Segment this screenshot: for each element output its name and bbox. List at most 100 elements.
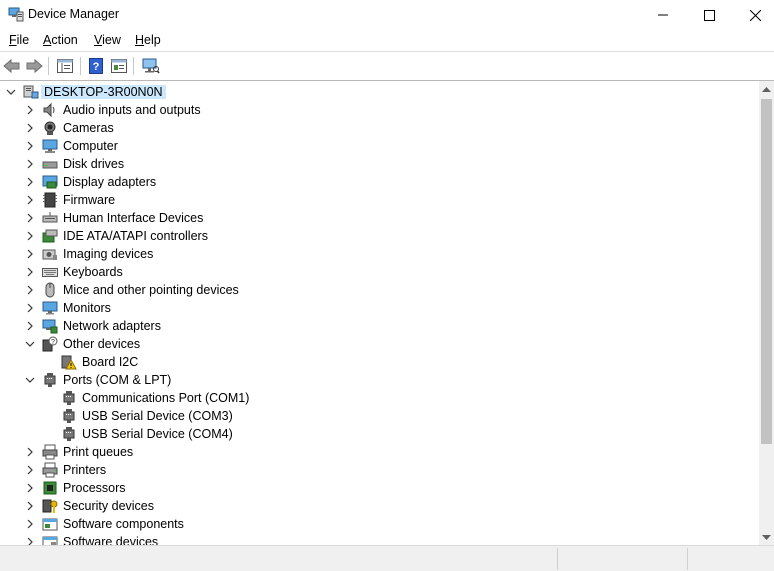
- scroll-up-arrow-icon: [762, 86, 771, 92]
- tree-category-item[interactable]: IDE ATA/ATAPI controllers: [0, 227, 760, 245]
- tree-item-label: Human Interface Devices: [63, 211, 204, 225]
- properties-button[interactable]: [109, 56, 129, 76]
- chevron-right-icon[interactable]: [24, 266, 36, 278]
- chevron-right-icon[interactable]: [24, 518, 36, 530]
- forward-button[interactable]: [24, 56, 44, 76]
- scroll-down-button[interactable]: [759, 530, 774, 545]
- tree-item-label: Imaging devices: [63, 247, 154, 261]
- tree-root-label: DESKTOP-3R00N0N: [41, 85, 166, 99]
- maximize-button[interactable]: [686, 0, 732, 30]
- status-bar: [0, 545, 774, 571]
- tree-category-item[interactable]: Monitors: [0, 299, 760, 317]
- tree-child-item[interactable]: Communications Port (COM1): [0, 389, 760, 407]
- tree-category-item[interactable]: Security devices: [0, 497, 760, 515]
- tree-category-item[interactable]: Software components: [0, 515, 760, 533]
- chevron-right-icon[interactable]: [24, 176, 36, 188]
- show-hide-console-tree-button[interactable]: [55, 56, 75, 76]
- tree-category-item[interactable]: Print queues: [0, 443, 760, 461]
- menu-help[interactable]: Help: [135, 33, 161, 47]
- tree-item-label: Board I2C: [82, 355, 139, 369]
- processor-icon: [43, 481, 57, 495]
- title-bar: Device Manager: [0, 0, 774, 30]
- disk-drive-icon: [42, 161, 58, 169]
- tree-category-item[interactable]: Disk drives: [0, 155, 760, 173]
- toolbar-separator: [48, 57, 49, 75]
- window-title: Device Manager: [28, 7, 120, 21]
- tree-child-item[interactable]: USB Serial Device (COM3): [0, 407, 760, 425]
- port-icon: [63, 391, 75, 405]
- maximize-icon: [703, 9, 715, 21]
- chevron-right-icon[interactable]: [24, 122, 36, 134]
- chevron-right-icon[interactable]: [24, 194, 36, 206]
- chevron-right-icon[interactable]: [24, 104, 36, 116]
- chevron-right-icon[interactable]: [24, 482, 36, 494]
- scroll-up-button[interactable]: [759, 81, 774, 96]
- firmware-icon: [43, 192, 57, 208]
- scrollbar-thumb[interactable]: [761, 99, 772, 444]
- chevron-down-icon[interactable]: [24, 374, 36, 386]
- print-queue-icon: [42, 444, 58, 460]
- scan-hardware-icon: [142, 58, 160, 74]
- chevron-right-icon[interactable]: [24, 212, 36, 224]
- camera-icon: [44, 121, 56, 135]
- back-button[interactable]: [2, 56, 22, 76]
- chevron-down-icon[interactable]: [24, 338, 36, 350]
- scan-hardware-button[interactable]: [141, 56, 161, 76]
- tree-child-item[interactable]: USB Serial Device (COM4): [0, 425, 760, 443]
- menu-bar: File Action View Help: [0, 30, 774, 51]
- minimize-button[interactable]: [640, 0, 686, 30]
- network-adapter-icon: [42, 319, 58, 334]
- back-arrow-icon: [3, 58, 20, 74]
- tree-item-label: Ports (COM & LPT): [63, 373, 172, 387]
- status-divider: [557, 548, 558, 570]
- chevron-right-icon[interactable]: [24, 284, 36, 296]
- tree-item-label: Security devices: [63, 499, 155, 513]
- help-button[interactable]: ?: [86, 56, 106, 76]
- chevron-right-icon[interactable]: [24, 140, 36, 152]
- port-icon: [63, 427, 75, 441]
- tree-item-label: Display adapters: [63, 175, 157, 189]
- chevron-right-icon[interactable]: [24, 500, 36, 512]
- status-divider: [687, 548, 688, 570]
- tree-item-label: Keyboards: [63, 265, 123, 279]
- tree-child-item[interactable]: Board I2C: [0, 353, 760, 371]
- chevron-right-icon[interactable]: [24, 158, 36, 170]
- close-button[interactable]: [732, 0, 774, 30]
- tree-category-item[interactable]: ? Other devices: [0, 335, 760, 353]
- tree-category-item[interactable]: Human Interface Devices: [0, 209, 760, 227]
- vertical-scrollbar[interactable]: [759, 81, 774, 545]
- tree-category-item[interactable]: Network adapters: [0, 317, 760, 335]
- chevron-right-icon[interactable]: [24, 230, 36, 242]
- tree-root[interactable]: DESKTOP-3R00N0N: [0, 83, 760, 101]
- tree-category-item[interactable]: Imaging devices: [0, 245, 760, 263]
- properties-icon: [111, 59, 127, 73]
- chevron-right-icon[interactable]: [24, 446, 36, 458]
- tree-item-label: Print queues: [63, 445, 134, 459]
- tree-category-item[interactable]: Cameras: [0, 119, 760, 137]
- tree-category-item[interactable]: Keyboards: [0, 263, 760, 281]
- forward-arrow-icon: [26, 58, 43, 74]
- ide-controller-icon: [42, 229, 58, 243]
- menu-action[interactable]: Action: [43, 33, 78, 47]
- chevron-right-icon[interactable]: [24, 464, 36, 476]
- chevron-right-icon[interactable]: [24, 320, 36, 332]
- tree-category-item[interactable]: Display adapters: [0, 173, 760, 191]
- display-adapter-icon: [42, 175, 58, 189]
- hid-icon: [42, 212, 58, 223]
- tree-category-item[interactable]: Firmware: [0, 191, 760, 209]
- tree-category-item[interactable]: Printers: [0, 461, 760, 479]
- tree-category-item[interactable]: Computer: [0, 137, 760, 155]
- chevron-right-icon[interactable]: [24, 248, 36, 260]
- tree-category-item[interactable]: Processors: [0, 479, 760, 497]
- chevron-right-icon[interactable]: [24, 302, 36, 314]
- computer-root-icon: [23, 85, 39, 99]
- tree-item-label: USB Serial Device (COM4): [82, 427, 233, 441]
- printer-icon: [42, 462, 58, 478]
- tree-item-label: IDE ATA/ATAPI controllers: [63, 229, 208, 243]
- menu-file[interactable]: File: [9, 33, 29, 47]
- chevron-down-icon[interactable]: [5, 86, 17, 98]
- tree-category-item[interactable]: Mice and other pointing devices: [0, 281, 760, 299]
- menu-view[interactable]: View: [94, 33, 121, 47]
- tree-category-item[interactable]: Ports (COM & LPT): [0, 371, 760, 389]
- tree-category-item[interactable]: Audio inputs and outputs: [0, 101, 760, 119]
